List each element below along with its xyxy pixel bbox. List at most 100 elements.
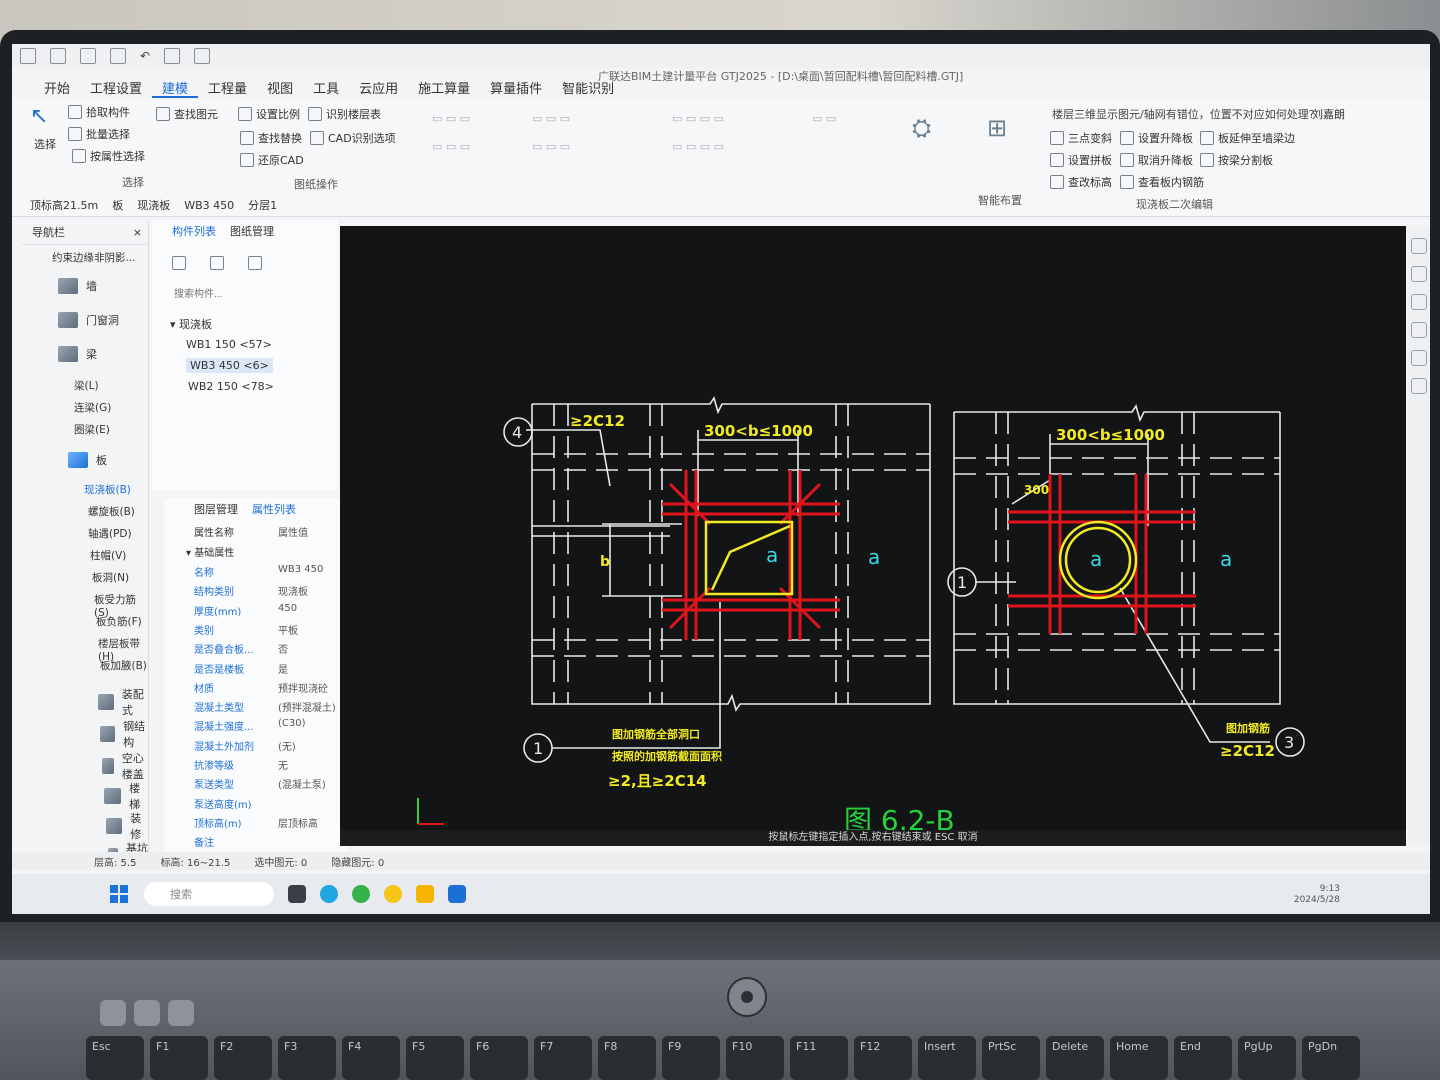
props-section[interactable]: ▾ 基础属性 bbox=[164, 544, 348, 563]
set-lift-button[interactable]: 设置升降板 bbox=[1120, 130, 1193, 146]
property-value[interactable]: 平板 bbox=[268, 622, 298, 641]
property-row[interactable]: 厚度(mm) 450 bbox=[164, 603, 348, 622]
property-value[interactable]: 层顶标高 bbox=[268, 815, 318, 834]
nav-stair[interactable]: 楼梯 bbox=[104, 780, 148, 812]
select-button[interactable]: 选择 bbox=[34, 136, 56, 152]
pick-component-button[interactable]: 拾取构件 bbox=[68, 104, 130, 120]
view-3d-icon[interactable] bbox=[1411, 238, 1427, 254]
property-row[interactable]: 名称 WB3 450 bbox=[164, 564, 348, 583]
tab-property-list[interactable]: 属性列表 bbox=[252, 501, 296, 517]
layer-dropdown[interactable]: 分层1 bbox=[248, 197, 277, 213]
subtype-dropdown[interactable]: 现浇板 bbox=[137, 197, 170, 213]
nav-slab-hole[interactable]: 板洞(N) bbox=[92, 570, 129, 585]
grid-icon[interactable] bbox=[194, 48, 211, 64]
property-row[interactable]: 顶标高(m) 层顶标高 bbox=[164, 815, 348, 834]
file-explorer-icon[interactable] bbox=[416, 885, 434, 903]
property-row[interactable]: 材质 预拌现浇砼 bbox=[164, 680, 348, 699]
property-value[interactable]: 现浇板 bbox=[268, 583, 308, 602]
three-point-slope-button[interactable]: 三点变斜 bbox=[1050, 130, 1112, 146]
app-icon[interactable] bbox=[384, 885, 402, 903]
nav-link-beam[interactable]: 连梁(G) bbox=[74, 400, 111, 415]
view-box-icon[interactable] bbox=[1411, 294, 1427, 310]
cursor-select-icon[interactable]: ↖ bbox=[30, 104, 48, 129]
property-value[interactable] bbox=[268, 796, 278, 815]
nav-axis[interactable]: 轴遇(PD) bbox=[88, 526, 132, 541]
property-value[interactable]: WB3 450 bbox=[268, 564, 323, 583]
property-value[interactable] bbox=[268, 834, 278, 853]
nav-current-item[interactable]: 约束边缘非阴影... bbox=[52, 250, 136, 265]
tab-drawing-management[interactable]: 图纸管理 bbox=[230, 223, 274, 239]
view-rebar-button[interactable]: 查看板内钢筋 bbox=[1120, 174, 1204, 190]
property-row[interactable]: 混凝土类型 (预拌混凝土) bbox=[164, 699, 348, 718]
nav-slab-neg-rebar[interactable]: 板负筋(F) bbox=[96, 614, 142, 629]
property-value[interactable]: 是 bbox=[268, 661, 288, 680]
property-value[interactable]: (预拌混凝土) bbox=[268, 699, 336, 718]
delete-component-icon[interactable] bbox=[248, 256, 262, 270]
clock[interactable]: 9:13 2024/5/28 bbox=[1294, 884, 1340, 906]
tree-item-wb2[interactable]: WB2 150 <78> bbox=[188, 380, 274, 393]
view-cube-icon[interactable] bbox=[1411, 322, 1427, 338]
property-row[interactable]: 混凝土强度... (C30) bbox=[164, 718, 348, 737]
recognize-floor-button[interactable]: 识别楼层表 bbox=[308, 106, 381, 122]
nav-slab-haunch[interactable]: 板加腋(B) bbox=[100, 658, 147, 673]
tab-component-list[interactable]: 构件列表 bbox=[172, 223, 216, 239]
taskview-icon[interactable] bbox=[288, 885, 306, 903]
app-logo-icon[interactable] bbox=[20, 48, 36, 64]
menu-modeling[interactable]: 建模 bbox=[152, 72, 199, 98]
chat-icon[interactable] bbox=[352, 885, 370, 903]
floor-dropdown[interactable]: 顶标高21.5m bbox=[30, 197, 98, 213]
restore-cad-button[interactable]: 还原CAD bbox=[240, 152, 304, 168]
property-row[interactable]: 备注 bbox=[164, 834, 348, 853]
find-replace-button[interactable]: 查找替换 bbox=[240, 130, 302, 146]
property-value[interactable]: 否 bbox=[268, 641, 288, 660]
view-top-icon[interactable] bbox=[1411, 266, 1427, 282]
property-value[interactable]: 预拌现浇砼 bbox=[268, 680, 328, 699]
property-row[interactable]: 是否叠合板... 否 bbox=[164, 641, 348, 660]
menu-construction[interactable]: 施工算量 bbox=[408, 72, 480, 98]
nav-decoration[interactable]: 装修 bbox=[106, 810, 148, 842]
nav-cast-slab[interactable]: 现浇板(B) bbox=[84, 482, 131, 497]
copy-component-icon[interactable] bbox=[210, 256, 224, 270]
gtj-app-icon[interactable] bbox=[448, 885, 466, 903]
new-component-icon[interactable] bbox=[172, 256, 186, 270]
tree-item-wb1[interactable]: WB1 150 <57> bbox=[186, 338, 272, 351]
tree-group-cast-slab[interactable]: ▾ 现浇板 bbox=[170, 316, 212, 332]
property-row[interactable]: 抗渗等级 无 bbox=[164, 757, 348, 776]
smart-layout-icon[interactable]: ⊞ bbox=[987, 114, 1007, 142]
nav-prefab[interactable]: 装配式 bbox=[98, 686, 148, 718]
nav-column-cap[interactable]: 柱帽(V) bbox=[90, 548, 126, 563]
property-row[interactable]: 泵送高度(m) bbox=[164, 796, 348, 815]
menu-project-settings[interactable]: 工程设置 bbox=[80, 72, 152, 98]
zoom-icon[interactable] bbox=[1411, 350, 1427, 366]
property-row[interactable]: 类别 平板 bbox=[164, 622, 348, 641]
menu-view[interactable]: 视图 bbox=[257, 72, 303, 98]
property-value[interactable]: 无 bbox=[268, 757, 288, 776]
property-value[interactable]: (无) bbox=[268, 738, 296, 757]
power-button-icon[interactable] bbox=[727, 977, 767, 1017]
save-icon[interactable] bbox=[110, 48, 126, 64]
tab-layer-management[interactable]: 图层管理 bbox=[194, 501, 238, 517]
menu-smart-recognition[interactable]: 智能识别 bbox=[552, 72, 624, 98]
cad-canvas[interactable]: 4 1 1 3 300<b≤1000 300<b≤1000 ≥2C12 ≥2C1… bbox=[340, 226, 1406, 846]
component-search-input[interactable] bbox=[172, 284, 326, 304]
nav-steel[interactable]: 钢结构 bbox=[100, 718, 148, 750]
nav-ring-beam[interactable]: 圈梁(E) bbox=[74, 422, 110, 437]
find-element-button[interactable]: 查找图元 bbox=[156, 106, 218, 122]
property-row[interactable]: 是否是楼板 是 bbox=[164, 661, 348, 680]
menu-quantities[interactable]: 工程量 bbox=[198, 72, 257, 98]
menu-cloud[interactable]: 云应用 bbox=[349, 72, 408, 98]
property-row[interactable]: 泵送类型 (混凝土泵) bbox=[164, 776, 348, 795]
nav-beam-l[interactable]: 梁(L) bbox=[74, 378, 99, 393]
new-icon[interactable] bbox=[50, 48, 66, 64]
taskbar-search[interactable]: 搜索 bbox=[144, 882, 274, 906]
property-value[interactable]: (混凝土泵) bbox=[268, 776, 326, 795]
menu-tools[interactable]: 工具 bbox=[303, 72, 349, 98]
menu-start[interactable]: 开始 bbox=[34, 72, 80, 98]
component-dropdown[interactable]: WB3 450 bbox=[184, 199, 234, 212]
help-question-link[interactable]: 楼层三维显示图元/轴网有错位，位置不对应如何处理? bbox=[1052, 106, 1315, 122]
extend-beam-button[interactable]: 板延伸至墙梁边 bbox=[1200, 130, 1295, 146]
property-row[interactable]: 混凝土外加剂 (无) bbox=[164, 738, 348, 757]
property-row[interactable]: 结构类别 现浇板 bbox=[164, 583, 348, 602]
cad-options-button[interactable]: CAD识别选项 bbox=[310, 130, 396, 146]
cancel-lift-button[interactable]: 取消升降板 bbox=[1120, 152, 1193, 168]
